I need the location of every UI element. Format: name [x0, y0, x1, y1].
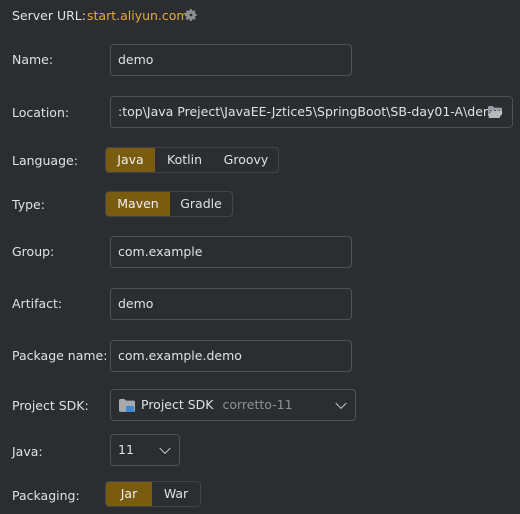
- language-option-kotlin[interactable]: Kotlin: [155, 148, 214, 172]
- chevron-down-icon: [335, 397, 347, 410]
- project-settings-panel: Server URL: start.aliyun.com Name: demo …: [0, 0, 520, 514]
- java-version-value: 11: [118, 442, 134, 457]
- project-sdk-value: Project SDK: [141, 397, 214, 412]
- gear-icon[interactable]: [184, 8, 198, 22]
- location-label: Location:: [12, 105, 70, 120]
- group-value: com.example: [118, 244, 203, 259]
- type-option-maven[interactable]: Maven: [106, 192, 170, 216]
- server-url-link[interactable]: start.aliyun.com: [87, 8, 189, 23]
- language-option-java[interactable]: Java: [106, 148, 155, 172]
- packaging-option-jar[interactable]: Jar: [106, 482, 152, 506]
- type-option-gradle[interactable]: Gradle: [170, 192, 232, 216]
- group-field[interactable]: com.example: [110, 236, 352, 268]
- type-label: Type:: [12, 197, 45, 212]
- project-sdk-dropdown[interactable]: Project SDK corretto-11: [110, 389, 356, 421]
- language-option-groovy[interactable]: Groovy: [214, 148, 278, 172]
- package-name-label: Package name:: [12, 348, 108, 363]
- project-sdk-detail: corretto-11: [222, 397, 293, 412]
- packaging-label: Packaging:: [12, 488, 80, 503]
- server-url-label: Server URL:: [12, 8, 86, 23]
- folder-sdk-icon: [119, 399, 135, 412]
- name-value: demo: [118, 52, 154, 67]
- artifact-field[interactable]: demo: [110, 288, 352, 320]
- name-field[interactable]: demo: [110, 44, 352, 76]
- language-label: Language:: [12, 153, 78, 168]
- packaging-option-war[interactable]: War: [152, 482, 200, 506]
- package-name-field[interactable]: com.example.demo: [110, 340, 352, 372]
- project-sdk-label: Project SDK:: [12, 398, 89, 413]
- location-value: :top\Java Preject\JavaEE-Jztice5\SpringB…: [118, 104, 503, 119]
- java-version-dropdown[interactable]: 11: [110, 434, 180, 466]
- chevron-down-icon: [159, 442, 171, 455]
- type-selector: Maven Gradle: [105, 191, 233, 217]
- name-label: Name:: [12, 52, 54, 67]
- language-selector: Java Kotlin Groovy: [105, 147, 279, 173]
- package-name-value: com.example.demo: [118, 348, 242, 363]
- packaging-selector: Jar War: [105, 481, 201, 507]
- artifact-label: Artifact:: [12, 296, 63, 311]
- java-label: Java:: [12, 444, 43, 459]
- group-label: Group:: [12, 244, 55, 259]
- location-field[interactable]: :top\Java Preject\JavaEE-Jztice5\SpringB…: [110, 96, 513, 128]
- artifact-value: demo: [118, 296, 154, 311]
- folder-icon[interactable]: [488, 106, 502, 118]
